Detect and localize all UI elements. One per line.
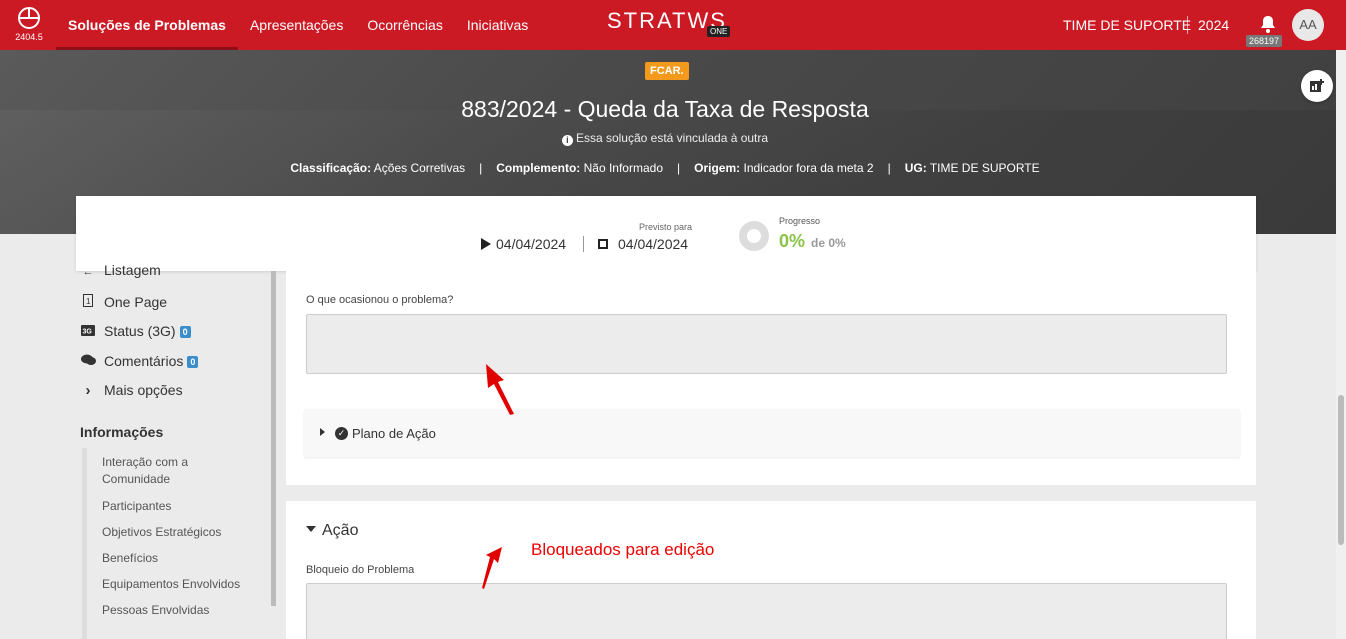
bloqueio-textarea[interactable] bbox=[306, 583, 1227, 639]
linked-note: i Essa solução está vinculada à outra bbox=[0, 131, 1330, 146]
nav-apresentacoes[interactable]: Apresentações bbox=[238, 0, 355, 50]
acao-title: Ação bbox=[322, 522, 359, 539]
top-navbar: 2404.5 Soluções de Problemas Apresentaçõ… bbox=[0, 0, 1346, 50]
origem-value: Indicador fora da meta 2 bbox=[743, 161, 874, 175]
info-link-interacao[interactable]: Interação com a Comunidade bbox=[102, 454, 212, 488]
acao-toggle[interactable]: Ação bbox=[306, 522, 358, 540]
page-icon: 1 bbox=[80, 294, 96, 310]
start-date-value: 04/04/2024 bbox=[496, 236, 567, 252]
type-tag: FCAR. bbox=[645, 62, 689, 80]
report-button[interactable] bbox=[1301, 70, 1333, 102]
info-link-pessoas[interactable]: Pessoas Envolvidas bbox=[102, 602, 262, 619]
classificacao-value: Ações Corretivas bbox=[373, 161, 466, 175]
prev-label: Previsto para bbox=[639, 222, 693, 232]
sidebar: ← Listagem 1 One Page 3G Status (3G) 0 Comen… bbox=[76, 262, 271, 639]
main-nav: Soluções de Problemas Apresentações Ocor… bbox=[56, 0, 540, 50]
progress-value: 0% bbox=[779, 231, 806, 251]
progress-label: Progresso bbox=[779, 216, 821, 226]
progress-donut-icon bbox=[739, 221, 769, 251]
sidebar-item-comentarios[interactable]: Comentários 0 bbox=[80, 353, 199, 369]
info-link-equipamentos[interactable]: Equipamentos Envolvidos bbox=[102, 576, 262, 593]
comments-badge: 0 bbox=[187, 356, 199, 368]
brand-logo: STRATWS ONE bbox=[607, 8, 731, 37]
annotation-arrow-icon bbox=[486, 364, 514, 415]
caret-down-icon bbox=[306, 526, 316, 532]
info-link-objetivos[interactable]: Objetivos Estratégicos bbox=[102, 524, 262, 541]
info-links: Interação com a Comunidade Participantes… bbox=[82, 448, 262, 639]
status-badge: 0 bbox=[179, 326, 191, 338]
end-date-value: 04/04/2024 bbox=[618, 236, 689, 252]
origem-label: Origem: bbox=[694, 161, 741, 175]
svg-text:3G: 3G bbox=[83, 329, 93, 336]
scrollbar-thumb[interactable] bbox=[1338, 395, 1344, 545]
meta-line: Classificação: Ações Corretivas | Compleme… bbox=[290, 161, 1040, 175]
3g-icon: 3G bbox=[80, 325, 96, 339]
page-scrollbar[interactable] bbox=[1336, 50, 1346, 639]
nav-solucoes[interactable]: Soluções de Problemas bbox=[56, 0, 238, 50]
bell-icon[interactable] bbox=[1258, 14, 1278, 34]
ug-label: UG: bbox=[904, 161, 927, 175]
info-link-participantes[interactable]: Participantes bbox=[102, 498, 262, 515]
start-date: 04/04/2024 bbox=[481, 236, 566, 252]
sidebar-item-label: Status (3G) bbox=[104, 323, 176, 339]
cause-label: O que ocasionou o problema? bbox=[306, 294, 454, 306]
progress-of: de 0% bbox=[811, 236, 846, 250]
info-heading: Informações bbox=[80, 424, 164, 440]
sidebar-item-listagem[interactable]: ← Listagem bbox=[80, 262, 161, 278]
sidebar-item-one-page[interactable]: 1 One Page bbox=[80, 294, 167, 310]
classificacao-label: Classificação: bbox=[290, 161, 372, 175]
plano-acao-accordion[interactable]: ✓ Plano de Ação bbox=[304, 409, 1240, 457]
dates-card: Previsto para 04/04/2024 04/04/2024 Prog… bbox=[76, 196, 1256, 271]
sidebar-item-label: Comentários bbox=[104, 353, 184, 369]
annotation-text: Bloqueados para edição bbox=[531, 540, 715, 559]
chevron-right-icon: › bbox=[85, 382, 91, 399]
acao-card: Ação Bloqueio do Problema bbox=[286, 501, 1256, 639]
complemento-label: Complemento: bbox=[496, 161, 581, 175]
arrow-left-icon: ← bbox=[82, 266, 94, 278]
sidebar-item-status[interactable]: 3G Status (3G) 0 bbox=[80, 323, 191, 339]
sidebar-scrollbar[interactable] bbox=[271, 271, 276, 606]
page-title: 883/2024 - Queda da Taxa de Resposta bbox=[461, 96, 869, 122]
linked-note-text: Essa solução está vinculada à outra bbox=[575, 131, 769, 145]
cause-textarea[interactable] bbox=[306, 314, 1227, 374]
notification-badge: 268197 bbox=[1246, 35, 1283, 47]
app-logo[interactable]: 2404.5 bbox=[12, 6, 46, 46]
avatar[interactable]: AA bbox=[1292, 9, 1324, 41]
year-selector[interactable]: 2024 bbox=[1198, 0, 1229, 50]
check-circle-icon: ✓ bbox=[335, 427, 348, 440]
brand-tag: ONE bbox=[707, 26, 731, 37]
team-selector[interactable]: TIME DE SUPORTE bbox=[1063, 0, 1191, 50]
sidebar-item-label: Listagem bbox=[104, 262, 161, 278]
sidebar-item-label: One Page bbox=[104, 294, 168, 310]
info-icon: i bbox=[561, 135, 573, 146]
bloqueio-label: Bloqueio do Problema bbox=[306, 564, 415, 576]
logo-icon bbox=[18, 7, 40, 29]
divider bbox=[583, 236, 584, 252]
end-date: 04/04/2024 bbox=[598, 236, 688, 252]
complemento-value: Não Informado bbox=[583, 161, 663, 175]
ug-value: TIME DE SUPORTE bbox=[929, 161, 1040, 175]
info-link-beneficios[interactable]: Benefícios bbox=[102, 550, 262, 567]
chart-add-icon bbox=[1310, 79, 1324, 92]
caret-right-icon bbox=[320, 428, 325, 436]
nav-iniciativas[interactable]: Iniciativas bbox=[455, 0, 540, 50]
nav-ocorrencias[interactable]: Ocorrências bbox=[355, 0, 454, 50]
plano-acao-label: Plano de Ação bbox=[352, 426, 436, 441]
problem-card: O que ocasionou o problema? ✓ Plano de A… bbox=[286, 271, 1256, 485]
divider bbox=[1187, 16, 1188, 34]
sidebar-item-label: Mais opções bbox=[104, 382, 183, 398]
comments-icon bbox=[80, 354, 96, 369]
play-icon bbox=[481, 238, 491, 250]
stop-icon bbox=[598, 239, 608, 249]
app-version: 2404.5 bbox=[15, 32, 43, 42]
annotation-arrow-icon bbox=[482, 547, 502, 589]
svg-text:1: 1 bbox=[86, 297, 91, 306]
sidebar-item-mais-opcoes[interactable]: › Mais opções bbox=[80, 382, 183, 399]
